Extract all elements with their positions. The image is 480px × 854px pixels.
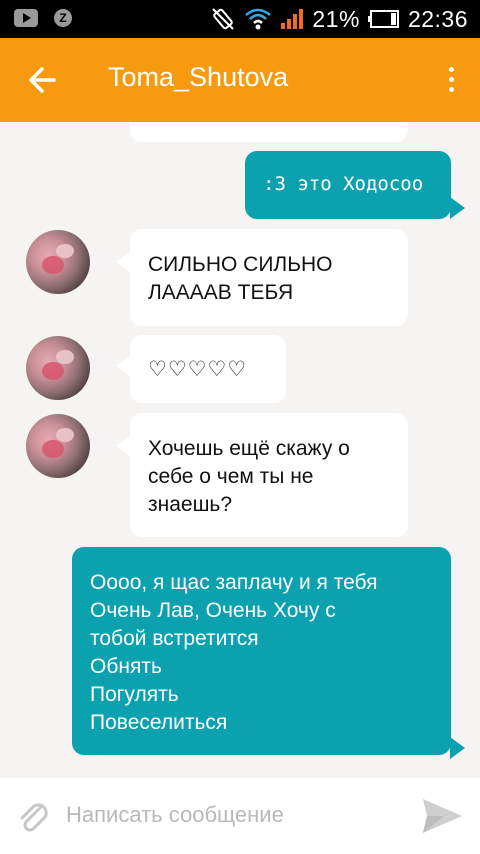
chat-header: Toma_Shutova xyxy=(0,38,480,122)
signal-icon xyxy=(281,9,304,29)
system-icons: 21% 22:36 xyxy=(210,5,468,33)
message-bubble-incoming[interactable]: СИЛЬНО СИЛЬНО ЛААААВ ТЕБЯ xyxy=(116,229,408,326)
youtube-notification-icon xyxy=(14,9,38,27)
message-bubble-incoming[interactable]: Хочешь ещё скажу о себе о чем ты не знае… xyxy=(116,413,408,537)
message-bubble-outgoing[interactable]: Оооо, я щас заплачу и я тебя Очень Лав, … xyxy=(72,547,465,759)
contact-avatar[interactable] xyxy=(26,414,90,478)
paperclip-icon xyxy=(20,803,48,832)
message-input[interactable]: Написать сообщение xyxy=(66,802,284,828)
send-button[interactable] xyxy=(420,796,464,836)
message-bubble-incoming-partial xyxy=(116,122,408,142)
clock: 22:36 xyxy=(407,5,468,32)
send-icon xyxy=(423,799,462,833)
message-bubble-incoming[interactable]: ♡♡♡♡♡ xyxy=(116,335,286,403)
message-text: Хочешь ещё скажу о себе о чем ты не знае… xyxy=(148,437,350,516)
app-notification-icon: Z xyxy=(54,9,72,27)
more-options-button[interactable] xyxy=(444,64,458,98)
notification-icons: Z xyxy=(14,9,72,27)
message-text: Оооо, я щас заплачу и я тебя Очень Лав, … xyxy=(90,571,378,734)
contact-avatar[interactable] xyxy=(26,336,90,400)
rotation-lock-icon xyxy=(212,8,235,30)
message-bubble-outgoing[interactable]: :3 это Ходосоо xyxy=(245,151,465,219)
battery-icon xyxy=(367,10,399,28)
arrow-left-icon xyxy=(29,67,56,93)
message-composer: Написать сообщение xyxy=(0,778,480,854)
back-button[interactable] xyxy=(18,58,64,102)
more-vertical-icon xyxy=(444,67,458,92)
status-bar: Z 21% 22:36 xyxy=(0,0,480,38)
contact-avatar[interactable] xyxy=(26,230,90,294)
message-text: СИЛЬНО СИЛЬНО ЛААААВ ТЕБЯ xyxy=(148,253,333,304)
message-text: ♡♡♡♡♡ xyxy=(148,357,248,381)
battery-percent: 21% xyxy=(312,5,360,32)
wifi-icon xyxy=(245,8,272,30)
message-text: :3 это Ходосоо xyxy=(263,173,424,195)
attach-button[interactable] xyxy=(14,798,54,838)
chat-title[interactable]: Toma_Shutova xyxy=(108,62,288,93)
message-list[interactable]: :3 это Ходосоо .chat .out:nth-of-type(1)… xyxy=(0,122,480,778)
